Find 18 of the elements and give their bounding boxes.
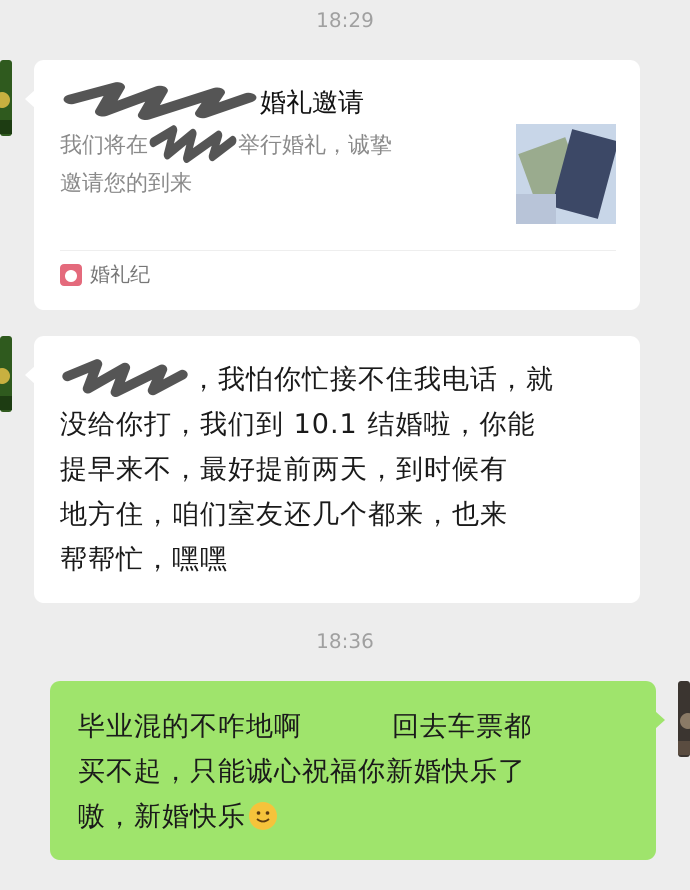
- smile-emoji-icon: [248, 800, 278, 830]
- app-logo-icon: [60, 264, 82, 286]
- card-description: 我们将在: [60, 132, 148, 160]
- card-source: 婚礼纪: [90, 261, 150, 288]
- message-text: 毕业混的不咋地啊: [78, 710, 302, 744]
- message-text: 回去车票都: [392, 710, 532, 744]
- message-text: 买不起，只能诚心祝福你新婚快乐了: [78, 754, 526, 788]
- timestamp: 18:36: [316, 629, 374, 653]
- message-text: 地方住，咱们室友还几个都来，也来: [60, 498, 508, 532]
- timestamp: 18:29: [316, 8, 374, 32]
- message-text: 帮帮忙，嘿嘿: [60, 542, 228, 576]
- card-title: 婚礼邀请: [260, 86, 364, 120]
- message-text: 没给你打，我们到 10.1 结婚啦，你能: [60, 408, 536, 442]
- card-description: 举行婚礼，诚挚: [238, 132, 392, 160]
- message-text: ，我怕你忙接不住我电话，就: [190, 362, 554, 396]
- message-text: 提早来不，最好提前两天，到时候有: [60, 452, 508, 486]
- card-description: 邀请您的到来: [60, 170, 192, 198]
- message-text: 嗷，新婚快乐: [78, 800, 246, 834]
